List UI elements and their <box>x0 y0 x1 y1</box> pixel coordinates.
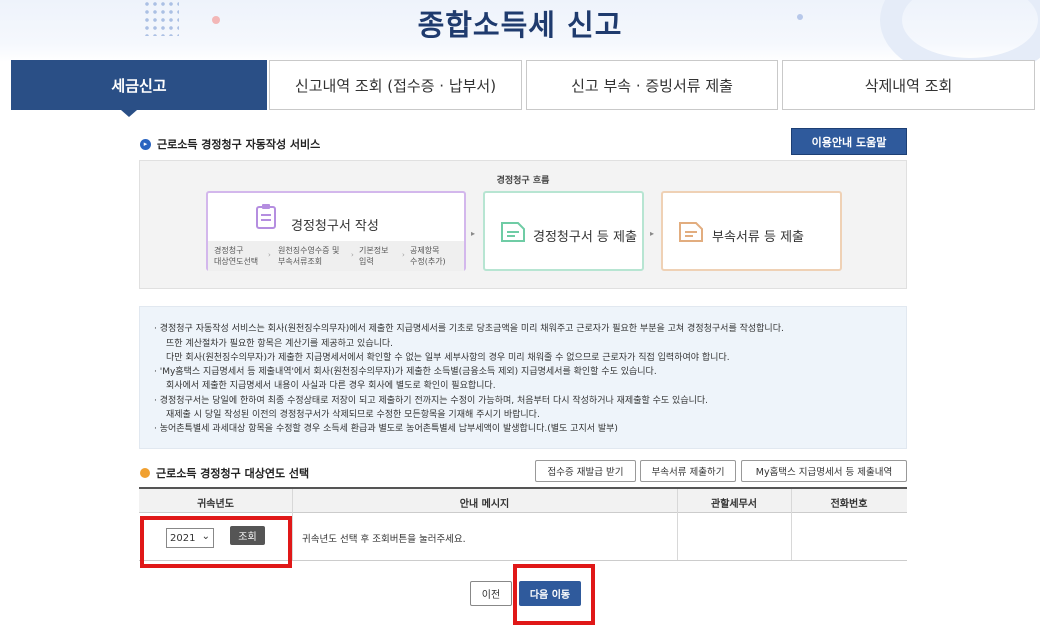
flow-step-write: 경정청구서 작성 경정청구 대상연도선택 › 원천징수영수증 및 부속서류조회 › … <box>206 191 466 271</box>
document-icon <box>679 222 703 242</box>
substep: 기본정보 입력 <box>359 246 389 266</box>
substep: 원천징수영수증 및 부속서류조회 <box>278 246 340 266</box>
chevron-right-icon: › <box>351 251 354 259</box>
column-header: 전화번호 <box>830 499 868 510</box>
submit-attachments-button[interactable]: 부속서류 제출하기 <box>640 460 736 482</box>
chevron-right-icon: › <box>402 251 405 259</box>
flow-substeps: 경정청구 대상연도선택 › 원천징수영수증 및 부속서류조회 › 기본정보 입력 › … <box>208 241 464 271</box>
flow-diagram: 경정청구 흐름 경정청구서 작성 경정청구 대상연도선택 › 원천징수영수증 및부… <box>139 160 907 289</box>
substep: 공제항목 수정(추가) <box>410 246 446 266</box>
arrow-circle-icon: ▸ <box>140 138 151 150</box>
flow-caption: 경정청구 흐름 <box>496 176 550 186</box>
tab-attachments-submit[interactable]: 신고 부속 · 증빙서류 제출 <box>526 60 778 110</box>
section-title: 근로소득 경정청구 대상연도 선택 <box>156 467 310 480</box>
column-header: 안내 메시지 <box>459 499 510 510</box>
flow-arrow-icon: ▸ <box>471 229 476 238</box>
section-heading-year-select: 근로소득 경정청구 대상연도 선택 <box>140 465 309 481</box>
section-heading-auto-service: ▸ 근로소득 경정청구 자동작성 서비스 <box>140 136 320 152</box>
section-title: 근로소득 경정청구 자동작성 서비스 <box>157 138 321 151</box>
notice-line: · 경정청구서는 당일에 한하여 최종 수정상태로 저장이 되고 제출하기 전까… <box>154 396 709 406</box>
notice-line: · 'My홈택스 지급명세서 등 제출내역'에서 회사(원천징수의무자)가 제출… <box>154 367 657 377</box>
notice-line: 다만 회사(원천징수의무자)가 제출한 지급명세서에서 확인할 수 없는 일부 … <box>166 353 730 363</box>
year-select-table: 귀속년도 안내 메시지 관할세무서 전화번호 2021 ⌄ 조회 귀속년도 선택… <box>139 487 907 561</box>
notice-line: 재제출 시 당일 작성된 이전의 경정청구서가 삭제되므로 수정한 모든항목을 … <box>166 410 540 420</box>
notice-line: · 경정청구 자동작성 서비스는 회사(원천징수의무자)에서 제출한 지급명세서… <box>154 324 784 334</box>
flow-arrow-icon: ▸ <box>650 229 655 238</box>
column-header: 귀속년도 <box>197 499 234 510</box>
main-tabs: 세금신고 신고내역 조회 (접수증 · 납부서) 신고 부속 · 증빙서류 제출… <box>11 60 1035 110</box>
highlight-box <box>140 516 292 568</box>
reissue-receipt-button[interactable]: 접수증 재발급 받기 <box>535 460 636 482</box>
notice-line: · 농어촌특별세 과세대상 항목을 수정할 경우 소득세 환급과 별도로 농어촌… <box>154 424 618 434</box>
flow-step-attachments: 부속서류 등 제출 <box>661 191 842 271</box>
clipboard-icon <box>256 204 276 229</box>
active-tab-indicator <box>121 110 137 117</box>
flow-step-title: 부속서류 등 제출 <box>712 230 804 245</box>
tab-filing-history[interactable]: 신고내역 조회 (접수증 · 납부서) <box>269 60 522 110</box>
substep: 경정청구 대상연도선택 <box>214 246 259 266</box>
page-title: 종합소득세 신고 <box>417 8 623 42</box>
bullet-icon <box>140 468 150 478</box>
notice-line: 회사에서 제출한 지급명세서 내용이 사실과 다른 경우 회사에 별도로 확인이… <box>166 381 496 391</box>
highlight-box <box>513 564 595 625</box>
notice-line: 뜨한 계산절차가 필요한 항목은 계산기를 제공하고 있습니다. <box>166 339 394 349</box>
tab-tax-filing[interactable]: 세금신고 <box>11 60 267 110</box>
my-hometax-statements-button[interactable]: My홈택스 지급명세서 등 제출내역 <box>741 460 907 482</box>
tab-deleted-history[interactable]: 삭제내역 조회 <box>782 60 1035 110</box>
document-icon <box>501 222 525 242</box>
chevron-right-icon: › <box>268 251 271 259</box>
notice-box: · 경정청구 자동작성 서비스는 회사(원천징수의무자)에서 제출한 지급명세서… <box>139 306 907 449</box>
guide-message: 귀속년도 선택 후 조회버튼을 눌러주세요. <box>302 534 466 545</box>
flow-step-title: 경정청구서 작성 <box>291 219 379 234</box>
help-guide-button[interactable]: 이용안내 도움말 <box>791 128 907 155</box>
header-banner: 종합소득세 신고 <box>0 0 1040 62</box>
prev-button[interactable]: 이전 <box>470 581 512 606</box>
flow-step-title: 경정청구서 등 제출 <box>533 230 637 245</box>
flow-step-submit: 경정청구서 등 제출 <box>483 191 644 271</box>
column-header: 관할세무서 <box>711 499 757 510</box>
